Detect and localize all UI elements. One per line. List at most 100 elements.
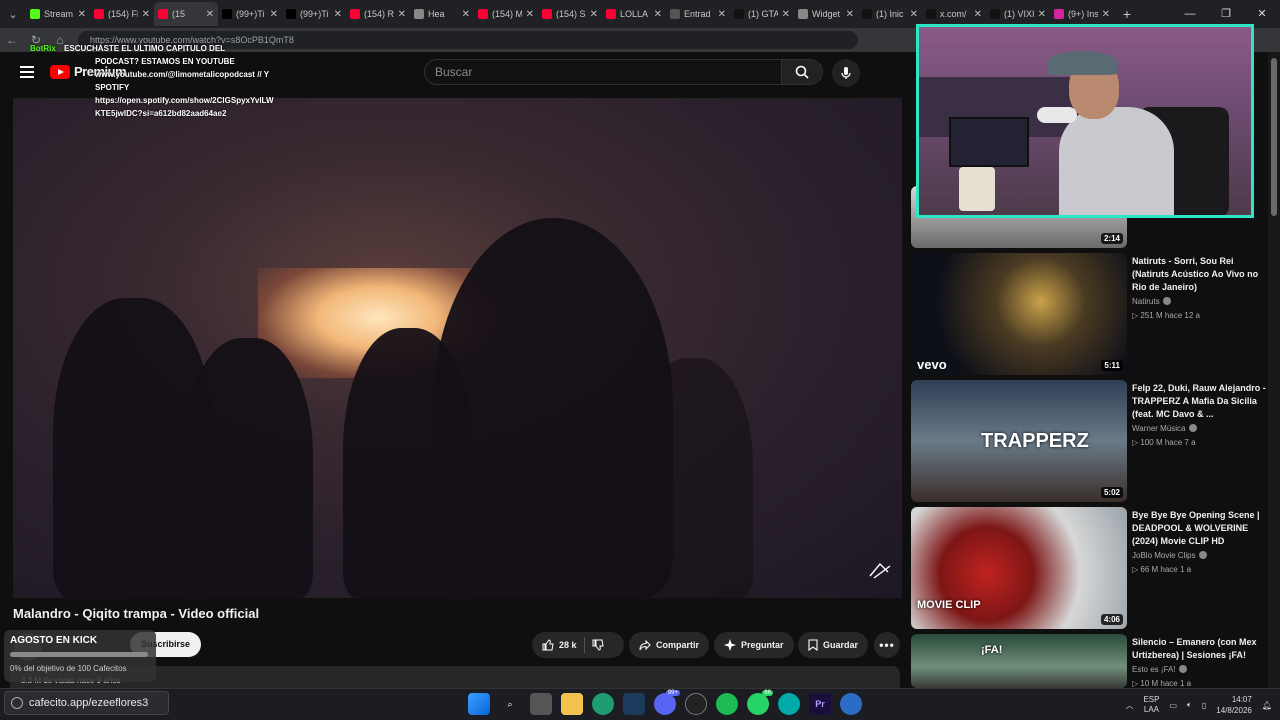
browser-tab[interactable]: Stream ✕ bbox=[26, 2, 90, 26]
kick-goal-progress-bar bbox=[10, 652, 148, 657]
start-windows-icon[interactable] bbox=[468, 693, 490, 715]
tab-close-icon[interactable]: ✕ bbox=[398, 9, 406, 20]
recommendation-item[interactable]: vevo 5:11 Natiruts - Sorri, Sou Rei (Natir… bbox=[911, 253, 1271, 375]
tab-close-icon[interactable]: ✕ bbox=[654, 9, 662, 20]
monitor-icon[interactable]: ▭ bbox=[1169, 701, 1177, 710]
browser-tab[interactable]: (154) Fi ✕ bbox=[90, 2, 154, 26]
video-title[interactable]: Bye Bye Bye Opening Scene | DEADPOOL & W… bbox=[1132, 509, 1268, 548]
video-player[interactable] bbox=[13, 98, 902, 598]
tab-close-icon[interactable]: ✕ bbox=[1102, 9, 1110, 20]
edge-icon[interactable] bbox=[592, 693, 614, 715]
browser-tab[interactable]: Hea ✕ bbox=[410, 2, 474, 26]
ask-button[interactable]: Preguntar bbox=[714, 632, 794, 658]
browser-tab[interactable]: x.com/ ✕ bbox=[922, 2, 986, 26]
channel-watermark-icon[interactable] bbox=[868, 560, 892, 580]
video-thumbnail[interactable]: MOVIE CLIP 4:06 bbox=[911, 507, 1127, 629]
tab-close-icon[interactable]: ✕ bbox=[974, 9, 982, 20]
browser-tab[interactable]: (99+)Ti ✕ bbox=[282, 2, 346, 26]
browser-tab[interactable]: (154) M ✕ bbox=[474, 2, 538, 26]
more-actions-button[interactable]: ••• bbox=[874, 632, 900, 658]
volume-icon[interactable]: 🔈︎ bbox=[1187, 700, 1192, 710]
tab-close-icon[interactable]: ✕ bbox=[910, 9, 918, 20]
battery-icon[interactable]: ▯ bbox=[1202, 701, 1206, 710]
browser-tab[interactable]: (154) R ✕ bbox=[346, 2, 410, 26]
url-chip[interactable]: cafecito.app/ezeeflores3 bbox=[4, 691, 169, 715]
browser-tab[interactable]: (1) VIXI ✕ bbox=[986, 2, 1050, 26]
verified-icon bbox=[1162, 297, 1171, 305]
video-meta: Silencio – Emanero (con Mex Urtizberea) … bbox=[1132, 636, 1268, 688]
recommendation-item[interactable]: ¡FA! Silencio – Emanero (con Mex Urtizber… bbox=[911, 634, 1271, 688]
scrollbar-thumb[interactable] bbox=[1271, 58, 1277, 216]
new-tab-plus-icon[interactable]: + bbox=[1114, 6, 1140, 22]
tab-close-icon[interactable]: ✕ bbox=[1038, 9, 1046, 20]
channel-name[interactable]: Natiruts bbox=[1132, 297, 1268, 306]
tab-close-icon[interactable]: ✕ bbox=[526, 9, 534, 20]
premiere-icon[interactable]: Pr bbox=[809, 693, 831, 715]
browser-tab[interactable]: (1) Inic ✕ bbox=[858, 2, 922, 26]
task-view-icon[interactable] bbox=[530, 693, 552, 715]
search-input[interactable]: Buscar bbox=[424, 59, 782, 85]
tab-close-icon[interactable]: ✕ bbox=[142, 9, 150, 20]
thumbnail-text: MOVIE CLIP bbox=[917, 599, 981, 611]
discord-icon[interactable]: 99+ bbox=[654, 690, 680, 715]
video-title[interactable]: Silencio – Emanero (con Mex Urtizberea) … bbox=[1132, 636, 1268, 662]
tab-close-icon[interactable]: ✕ bbox=[270, 9, 278, 20]
tab-close-icon[interactable]: ✕ bbox=[78, 9, 86, 20]
tab-close-icon[interactable]: ✕ bbox=[846, 9, 854, 20]
save-button[interactable]: Guardar bbox=[798, 632, 869, 658]
browser-tab[interactable]: Widget ✕ bbox=[794, 2, 858, 26]
back-arrow-icon[interactable]: ← bbox=[0, 33, 24, 47]
video-stats: ▷ 66 M hace 1 a bbox=[1132, 565, 1192, 574]
recommendation-item[interactable]: TRAPPERZ 5:02 Felp 22, Duki, Rauw Alejandr… bbox=[911, 380, 1271, 502]
tab-close-icon[interactable]: ✕ bbox=[334, 9, 342, 20]
globe-icon[interactable] bbox=[840, 693, 862, 715]
tab-title: (99+)Ti bbox=[236, 9, 265, 19]
search-button[interactable] bbox=[781, 59, 823, 85]
steam-icon[interactable] bbox=[623, 693, 645, 715]
like-icon[interactable] bbox=[542, 639, 554, 651]
tab-close-icon[interactable]: ✕ bbox=[718, 9, 726, 20]
tab-close-icon[interactable]: ✕ bbox=[462, 9, 470, 20]
video-thumbnail[interactable]: vevo 5:11 bbox=[911, 253, 1127, 375]
page-scrollbar[interactable] bbox=[1268, 52, 1280, 688]
browser-tab[interactable]: (99+)Ti ✕ bbox=[218, 2, 282, 26]
clock[interactable]: 14:07 14/8/2026 bbox=[1216, 694, 1252, 716]
channel-name-text: Esto es ¡FA! bbox=[1132, 665, 1176, 674]
browser-tab[interactable]: (15 ✕ bbox=[154, 2, 218, 26]
voice-search-button[interactable] bbox=[832, 59, 860, 87]
browser-tab[interactable]: (154) Si ✕ bbox=[538, 2, 602, 26]
spotify-icon[interactable] bbox=[716, 693, 738, 715]
video-title[interactable]: Felp 22, Duki, Rauw Alejandro - TRAPPERZ… bbox=[1132, 382, 1268, 421]
video-stats: ▷ 251 M hace 12 a bbox=[1132, 311, 1200, 320]
browser-tab[interactable]: (9+) Ins ✕ bbox=[1050, 2, 1114, 26]
whatsapp-icon[interactable]: 66 bbox=[747, 690, 773, 715]
like-count[interactable]: 28 k bbox=[559, 640, 577, 650]
search-icon[interactable]: ⌕ bbox=[499, 693, 521, 715]
browser-tab[interactable]: LOLLA ✕ bbox=[602, 2, 666, 26]
tab-close-icon[interactable]: ✕ bbox=[782, 9, 790, 20]
tab-favicon-icon bbox=[158, 9, 168, 19]
video-title: Malandro - Qiqito trampa - Video officia… bbox=[13, 606, 260, 621]
share-button[interactable]: Compartir bbox=[629, 632, 710, 658]
notification-bell-icon[interactable]: 🔔︎ bbox=[1262, 701, 1272, 710]
video-thumbnail[interactable]: TRAPPERZ 5:02 bbox=[911, 380, 1127, 502]
browser-tab[interactable]: (1) GTA ✕ bbox=[730, 2, 794, 26]
language-indicator[interactable]: ESP LAA bbox=[1143, 695, 1159, 715]
channel-name[interactable]: Warner Música bbox=[1132, 424, 1268, 433]
video-title[interactable]: Natiruts - Sorri, Sou Rei (Natiruts Acús… bbox=[1132, 255, 1268, 294]
channel-name[interactable]: JoBlo Movie Clips bbox=[1132, 551, 1268, 560]
tab-favicon-icon bbox=[94, 9, 104, 19]
tray-chevron-icon[interactable]: ︿ bbox=[1125, 700, 1133, 711]
tab-search-chevron-icon[interactable]: ⌄ bbox=[0, 0, 26, 28]
recommendation-item[interactable]: MOVIE CLIP 4:06 Bye Bye Bye Opening Scene … bbox=[911, 507, 1271, 629]
obs-icon[interactable] bbox=[685, 693, 707, 715]
browser-tab[interactable]: Entrad ✕ bbox=[666, 2, 730, 26]
file-explorer-icon[interactable] bbox=[561, 693, 583, 715]
dislike-icon[interactable] bbox=[592, 639, 604, 651]
tab-close-icon[interactable]: ✕ bbox=[590, 9, 598, 20]
channel-name[interactable]: Esto es ¡FA! bbox=[1132, 665, 1268, 674]
browser-icon[interactable] bbox=[778, 693, 800, 715]
video-thumbnail[interactable]: ¡FA! bbox=[911, 634, 1127, 688]
tab-close-icon[interactable]: ✕ bbox=[206, 9, 214, 20]
channel-name-text: JoBlo Movie Clips bbox=[1132, 551, 1196, 560]
